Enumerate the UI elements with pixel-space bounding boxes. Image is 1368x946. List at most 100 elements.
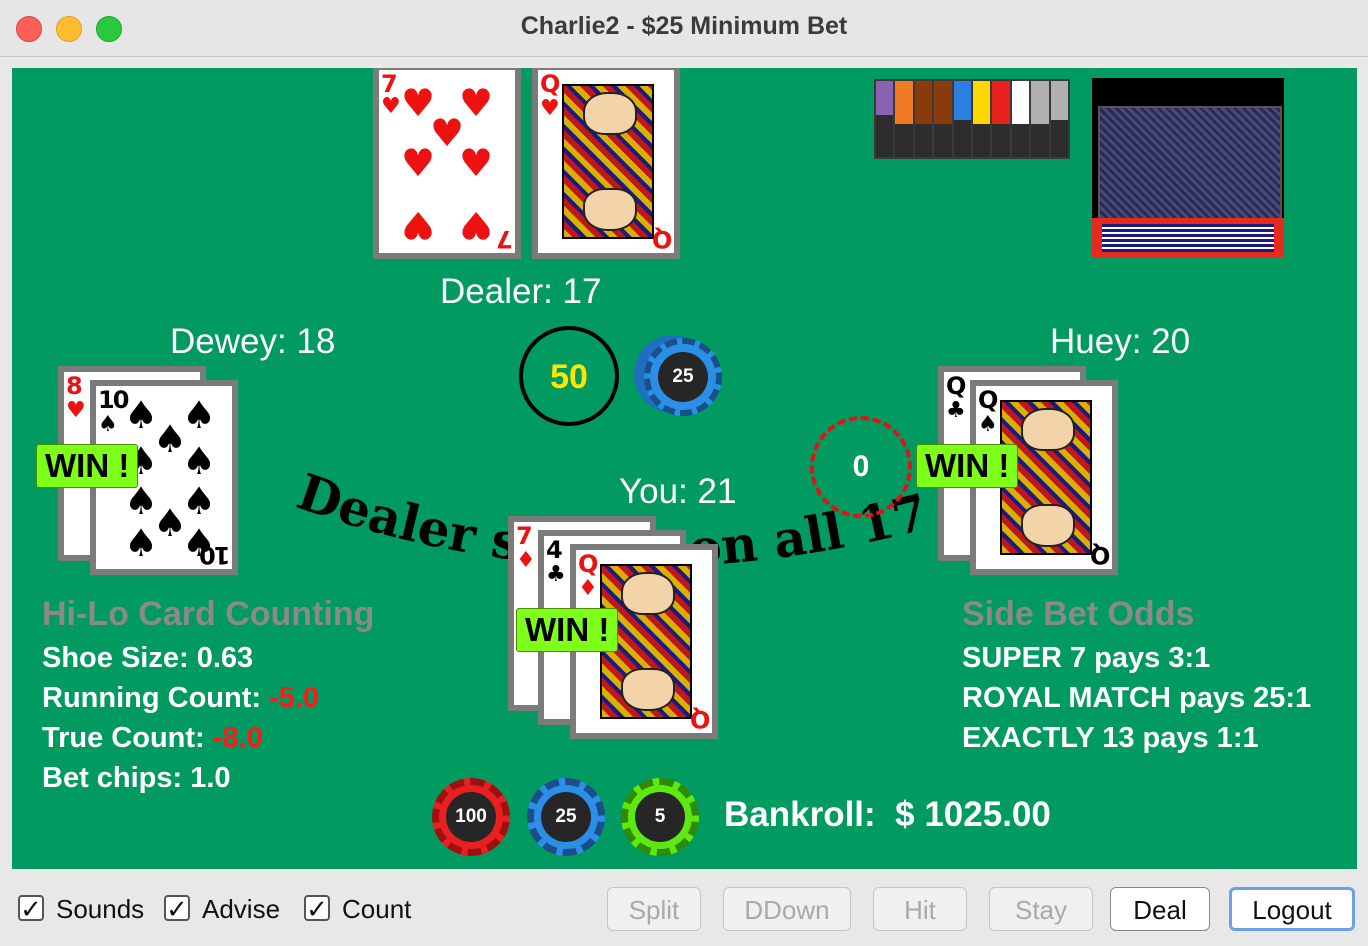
advise-checkbox[interactable]: ✓ — [164, 895, 190, 922]
shoe-bar — [992, 81, 1010, 157]
shoe-bar-fill — [1011, 81, 1030, 125]
logout-button[interactable]: Logout — [1229, 887, 1355, 931]
split-button[interactable]: Split — [607, 887, 701, 931]
heart-icon: ♥ — [401, 203, 436, 247]
side-bet-amount: 0 — [852, 450, 870, 483]
shoe-size-value: 0.63 — [196, 642, 254, 674]
deal-button[interactable]: Deal — [1110, 887, 1210, 931]
odds-line-exactly13: EXACTLY 13 pays 1:1 — [962, 722, 1259, 754]
hit-button[interactable]: Hit — [873, 887, 967, 931]
shoe-bar — [1050, 81, 1069, 157]
shoe-bar-fill — [1050, 81, 1069, 120]
shoe-bar-fill — [1031, 81, 1049, 125]
dealer-card-2: Q ♥ Q — [532, 68, 680, 259]
dealer-bet-amount: 50 — [550, 358, 588, 396]
shoe-bar-fill — [934, 81, 952, 125]
shoe-bar-fill — [992, 81, 1010, 125]
shoe-size-line: Shoe Size: 0.63 — [42, 642, 253, 675]
card-rank: 4 — [546, 536, 563, 564]
dewey-hand-value: Dewey: 18 — [170, 322, 336, 361]
count-label[interactable]: Count — [342, 894, 411, 925]
club-icon: ♣ — [546, 562, 566, 587]
title-bar: Charlie2 - $25 Minimum Bet — [0, 0, 1368, 57]
diamond-icon: ♦ — [578, 576, 598, 601]
dealer-bet-circle: 50 — [519, 326, 619, 426]
spade-icon: ♠ — [182, 393, 217, 437]
shoe-bar — [973, 81, 991, 157]
heart-icon: ♥ — [459, 141, 494, 185]
shoe-bar — [1031, 81, 1049, 157]
dealer-card-1: 7 ♥ ♥ ♥ ♥ ♥ ♥ ♥ ♥ 7 — [373, 68, 521, 259]
shoe-size-label: Shoe Size: — [42, 642, 189, 674]
shoe-bar-fill — [973, 81, 991, 125]
count-checkbox[interactable]: ✓ — [304, 895, 330, 922]
dewey-win-badge: WIN ! — [36, 444, 139, 488]
card-rank: 10 — [98, 386, 129, 414]
card-rank: Q — [653, 225, 672, 253]
chip-25[interactable]: 25 — [527, 778, 605, 856]
odds-title: Side Bet Odds — [962, 595, 1195, 633]
chip-25-value: 25 — [541, 792, 591, 842]
shoe-bar-fill — [876, 81, 894, 116]
window-title: Charlie2 - $25 Minimum Bet — [520, 12, 848, 40]
bet-chips-line: Bet chips: 1.0 — [42, 762, 231, 795]
double-down-button[interactable]: DDown — [723, 887, 851, 931]
stay-button[interactable]: Stay — [989, 887, 1093, 931]
true-count-label: True Count: — [42, 722, 205, 754]
card-rank: Q — [1091, 541, 1110, 569]
card-rank: 7 — [516, 522, 533, 550]
card-rank: Q — [978, 386, 998, 414]
sounds-label[interactable]: Sounds — [56, 894, 144, 925]
sounds-checkbox[interactable]: ✓ — [18, 895, 44, 922]
bankroll: Bankroll: $ 1025.00 — [724, 795, 1051, 835]
odds-line-super7: SUPER 7 pays 3:1 — [962, 642, 1211, 674]
blackjack-table: Dealer stands on all 17 7 ♥ ♥ ♥ ♥ ♥ ♥ ♥ … — [12, 68, 1357, 869]
card-rank: 8 — [66, 372, 83, 400]
chip-100[interactable]: 100 — [432, 778, 510, 856]
diamond-icon: ♦ — [516, 548, 536, 573]
odds-line-royal-match: ROYAL MATCH pays 25:1 — [962, 682, 1312, 714]
dealer-chip: 25 — [644, 338, 722, 416]
heart-icon: ♥ — [401, 141, 436, 185]
player-win-badge: WIN ! — [516, 608, 619, 652]
card-rank: 7 — [381, 70, 398, 98]
side-bet-circle[interactable]: 0 — [810, 416, 912, 518]
heart-icon: ♥ — [459, 81, 494, 125]
chip-5[interactable]: 5 — [621, 778, 699, 856]
spade-icon: ♠ — [182, 479, 217, 523]
spade-icon: ♠ — [124, 521, 159, 565]
shoe-bar-fill — [953, 81, 972, 120]
card-rank: Q — [578, 550, 598, 578]
heart-icon: ♥ — [459, 203, 494, 247]
shoe-bar — [953, 81, 972, 157]
counting-title: Hi-Lo Card Counting — [42, 595, 375, 633]
shoe-bar — [1011, 81, 1030, 157]
shoe-bar-fill — [914, 81, 933, 125]
queen-face-art — [562, 84, 654, 239]
bet-chips-label: Bet chips: — [42, 762, 183, 794]
card-rank: 7 — [498, 225, 513, 253]
heart-icon: ♥ — [540, 96, 560, 121]
true-count-value: -8.0 — [212, 722, 263, 754]
running-count-label: Running Count: — [42, 682, 262, 714]
bankroll-label: Bankroll: — [724, 795, 876, 834]
bet-chips-value: 1.0 — [190, 762, 231, 794]
shoe-bar — [914, 81, 933, 157]
advise-label[interactable]: Advise — [202, 894, 280, 925]
shoe-bar-fill — [895, 81, 913, 125]
card-rank: Q — [691, 705, 710, 733]
chip-value: 25 — [658, 352, 708, 402]
card-rank: Q — [946, 372, 966, 400]
card-rank: Q — [540, 70, 560, 98]
true-count-line: True Count: -8.0 — [42, 722, 263, 755]
shoe-bar — [895, 81, 913, 157]
shoe-bar — [876, 81, 894, 157]
spade-icon: ♠ — [98, 412, 118, 437]
shoe-bar — [934, 81, 952, 157]
huey-hand-value: Huey: 20 — [1050, 322, 1191, 361]
deck-card-back — [1092, 78, 1284, 258]
shoe-indicator — [874, 79, 1070, 159]
club-icon: ♣ — [946, 398, 966, 423]
card-rank: 10 — [200, 541, 230, 569]
bankroll-amount: $ 1025.00 — [895, 795, 1051, 834]
